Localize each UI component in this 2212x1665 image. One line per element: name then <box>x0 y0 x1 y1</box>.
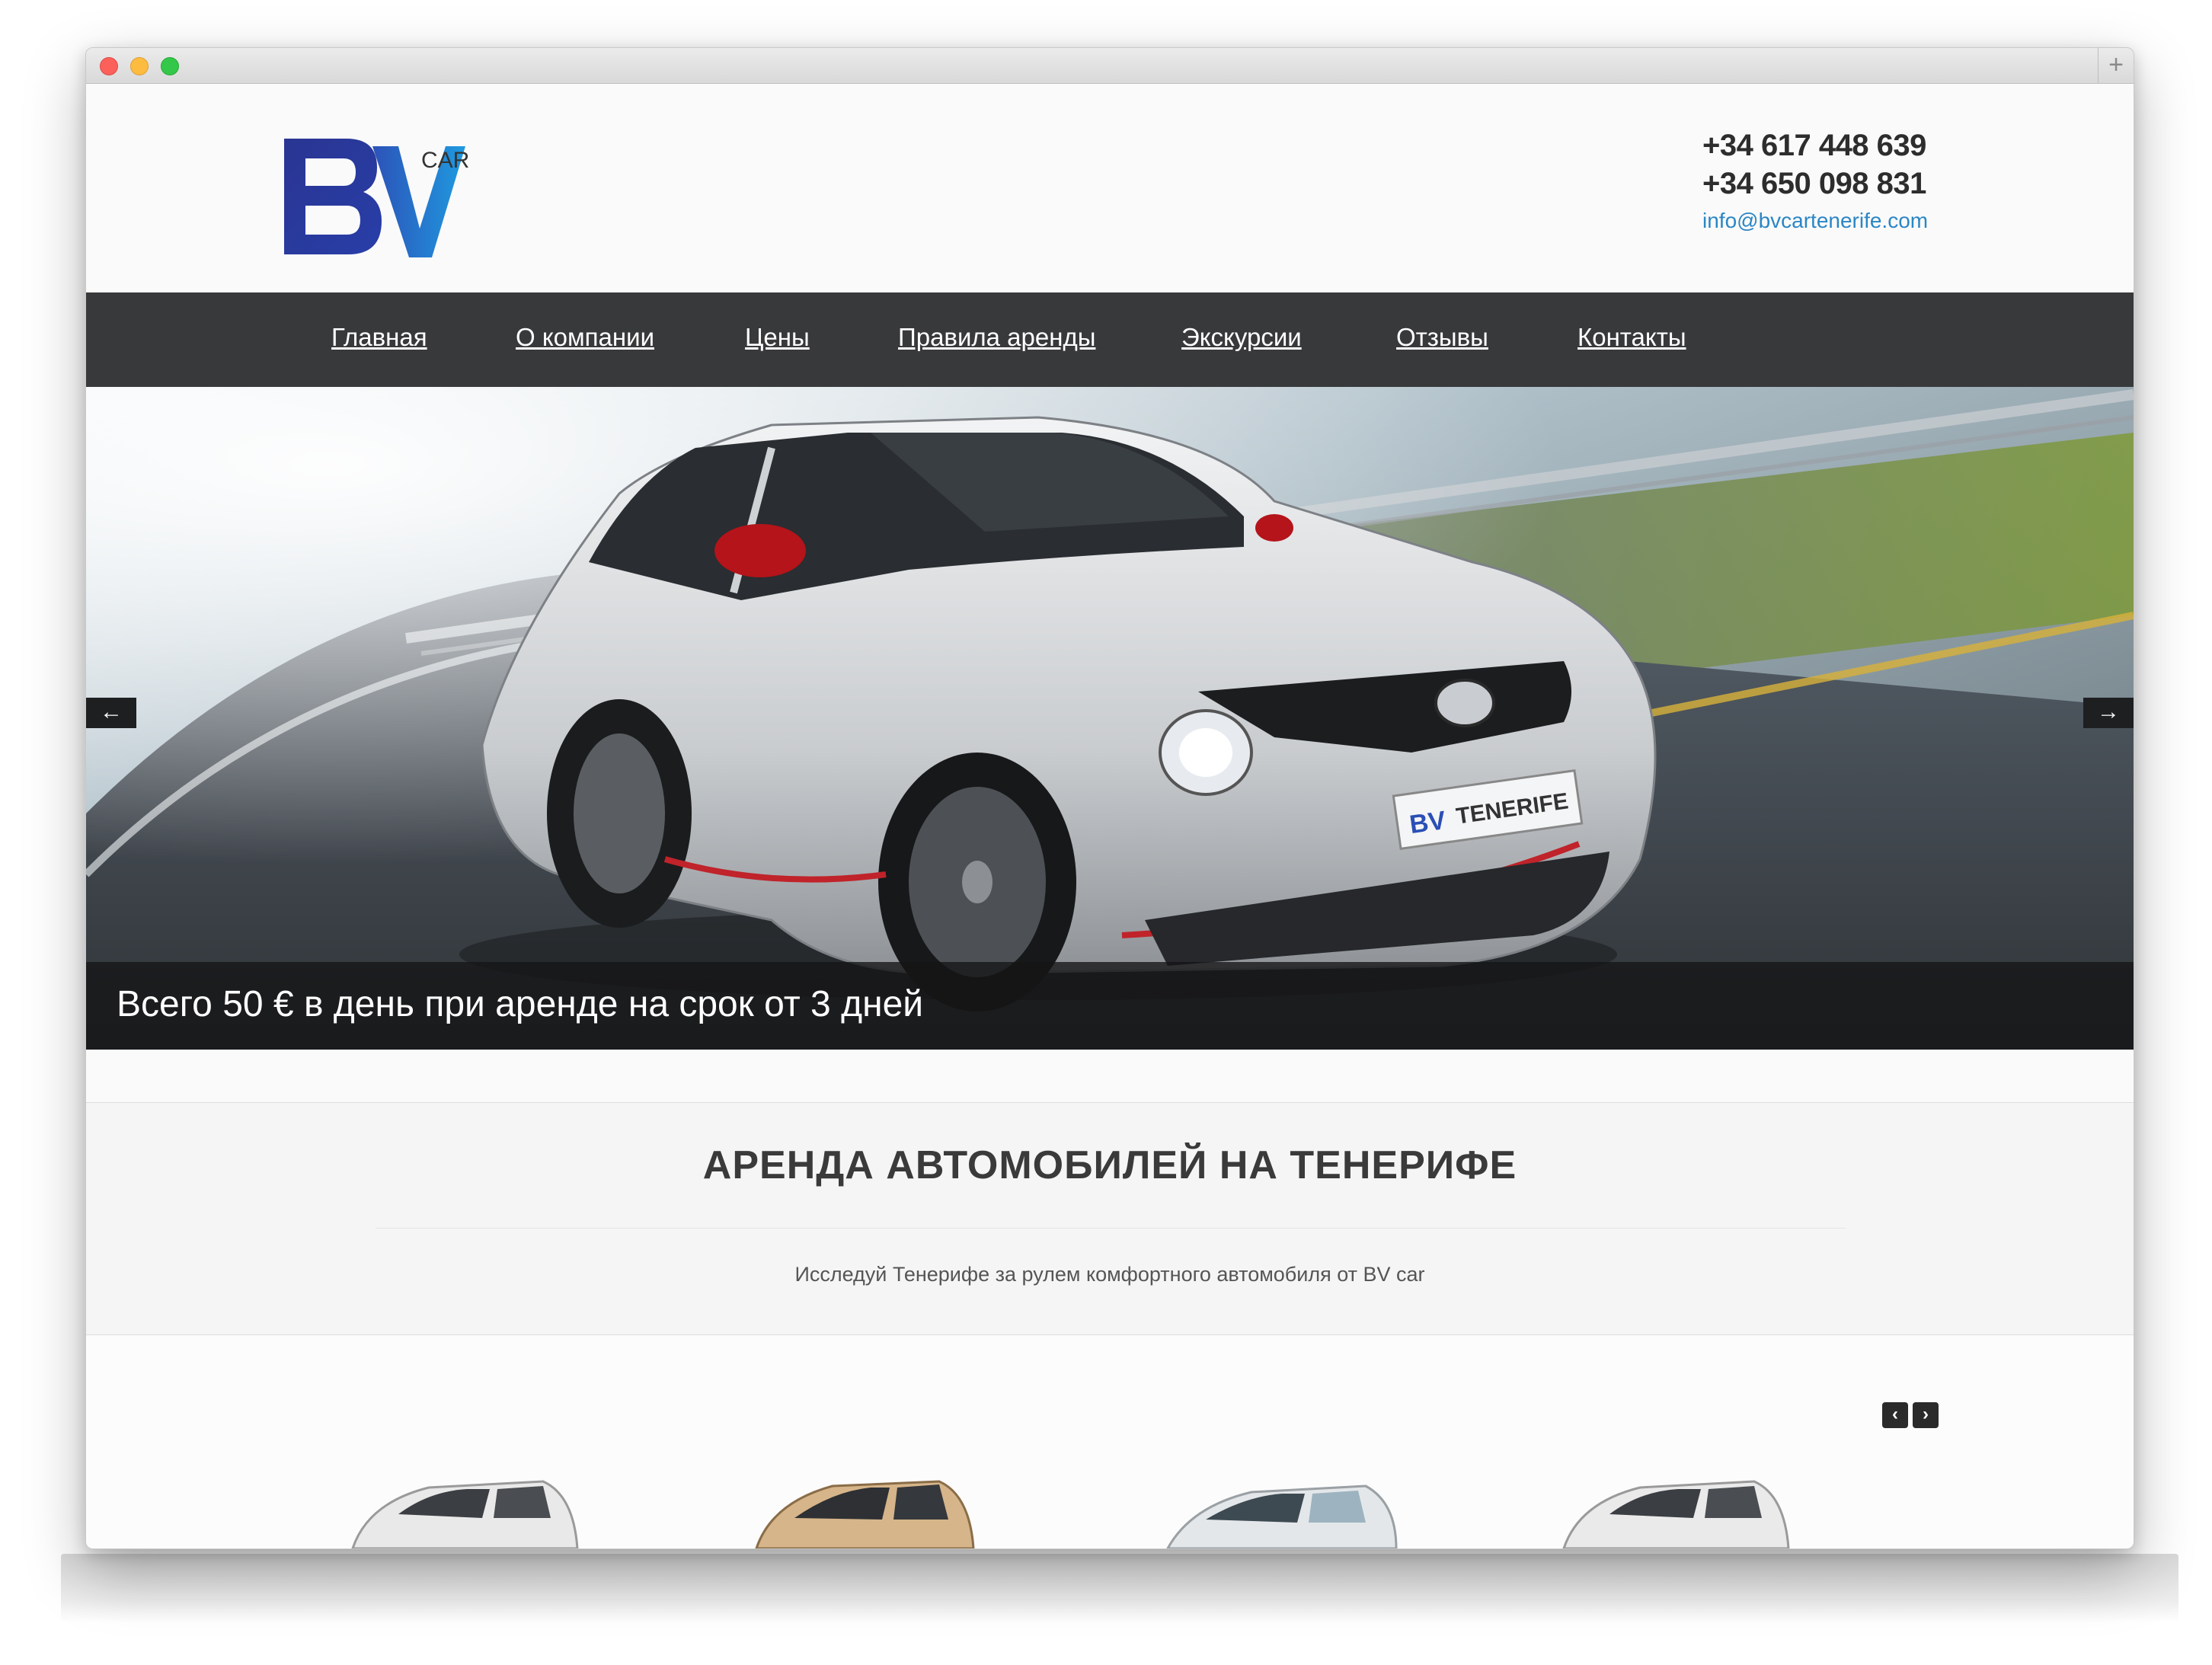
main-navigation: Главная О компании Цены Правила аренды Э… <box>86 292 2134 387</box>
carousel-prev-button[interactable]: ‹ <box>1882 1402 1908 1428</box>
phone-number-2[interactable]: +34 650 098 831 <box>1702 165 1928 203</box>
slider-next-button[interactable]: → <box>2083 698 2134 728</box>
nav-item-contacts[interactable]: Контакты <box>1577 323 1686 352</box>
section-title: АРЕНДА АВТОМОБИЛЕЙ НА ТЕНЕРИФЕ <box>702 1143 1517 1187</box>
browser-window: + CAR +34 617 448 639 +34 650 098 831 in… <box>85 47 2134 1549</box>
cars-carousel: ‹ › <box>86 1335 2134 1548</box>
slide-caption: Всего 50 € в день при аренде на срок от … <box>117 984 924 1024</box>
nav-item-home[interactable]: Главная <box>331 323 427 352</box>
hero-slide-image: BV TENERIFE <box>86 387 2134 1050</box>
plate-logo: BV <box>1408 806 1447 839</box>
car-thumb-4[interactable] <box>1526 1465 1800 1548</box>
minimize-window-button[interactable] <box>130 57 149 75</box>
window-titlebar: + <box>86 48 2134 84</box>
logo-car-text: CAR <box>421 148 469 173</box>
car-thumb-1[interactable] <box>315 1465 589 1548</box>
zoom-window-button[interactable] <box>161 57 179 75</box>
nav-item-reviews[interactable]: Отзывы <box>1396 323 1488 352</box>
header-contacts: +34 617 448 639 +34 650 098 831 info@bvc… <box>1702 126 1928 233</box>
nav-item-about[interactable]: О компании <box>516 323 654 352</box>
window-shadow <box>61 1554 2178 1622</box>
nav-item-prices[interactable]: Цены <box>745 323 810 352</box>
slider-prev-button[interactable]: ← <box>86 698 136 728</box>
car-thumb-2[interactable] <box>711 1465 985 1548</box>
nav-item-rental-rules[interactable]: Правила аренды <box>898 323 1095 352</box>
slide-caption-band: Всего 50 € в день при аренде на срок от … <box>86 962 2134 1050</box>
section-divider <box>376 1228 1846 1229</box>
hero-slider: BV TENERIFE ← → Всего 50 € в день при ар… <box>86 387 2134 1050</box>
logo-b-letter <box>284 139 382 254</box>
phone-number-1[interactable]: +34 617 448 639 <box>1702 126 1928 165</box>
bv-car-logo[interactable]: CAR <box>284 131 482 260</box>
nav-item-excursions[interactable]: Экскурсии <box>1181 323 1302 352</box>
new-tab-plus-icon[interactable]: + <box>2098 48 2134 83</box>
intro-section: АРЕНДА АВТОМОБИЛЕЙ НА ТЕНЕРИФЕ Исследуй … <box>86 1102 2134 1335</box>
section-subtitle: Исследуй Тенерифе за рулем комфортного а… <box>794 1263 1425 1286</box>
car-thumb-3[interactable] <box>1137 1465 1411 1548</box>
site-header: CAR +34 617 448 639 +34 650 098 831 info… <box>86 84 2134 292</box>
close-window-button[interactable] <box>100 57 118 75</box>
carousel-next-button[interactable]: › <box>1913 1402 1939 1428</box>
email-link[interactable]: info@bvcartenerife.com <box>1702 209 1928 233</box>
